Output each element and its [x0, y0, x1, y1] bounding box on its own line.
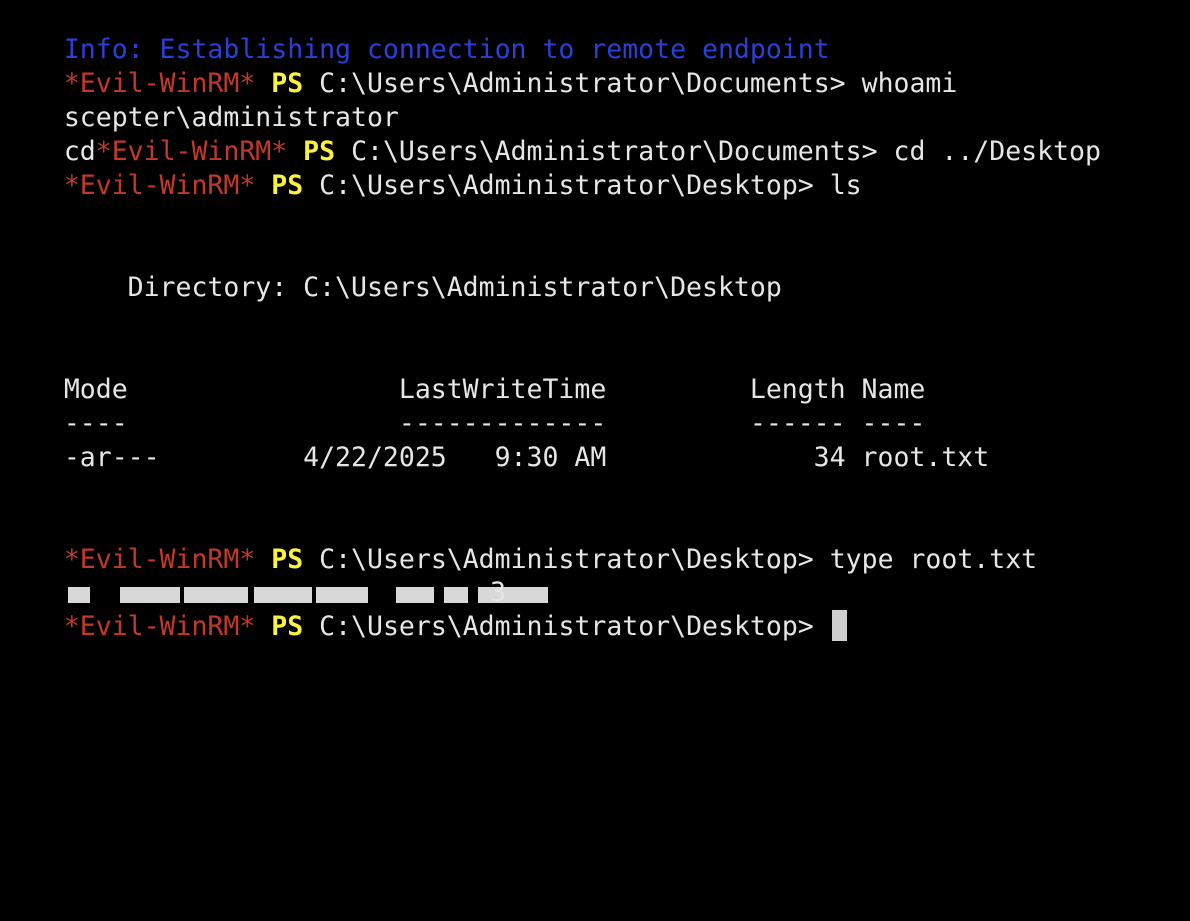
evil-winrm-label: *Evil-WinRM*	[63, 611, 256, 642]
prompt-path: C:\Users\Administrator\Desktop>	[319, 611, 814, 642]
directory-heading: Directory: C:\Users\Administrator\Deskto…	[63, 272, 782, 303]
redacted-output-line: 3	[0, 542, 584, 608]
file-entry-root-txt: -ar--- 4/22/2025 9:30 AM 34 root.txt	[63, 442, 990, 473]
listing-separator-row: ---- ------------- ------ ----	[0, 373, 926, 439]
info-line: Info: Establishing connection to remote …	[0, 0, 830, 65]
listing-header-row: Mode LastWriteTime Length Name	[0, 339, 926, 405]
command-text: ls	[829, 170, 862, 201]
directory-line: Directory: C:\Users\Administrator\Deskto…	[0, 237, 782, 303]
command-text: cd ../Desktop	[893, 136, 1101, 167]
ps-label: PS	[271, 611, 304, 642]
prompt-line-ls: *Evil-WinRM* PS C:\Users\Administrator\D…	[0, 135, 862, 201]
ps-label: PS	[271, 170, 304, 201]
terminal-window[interactable]: Info: Establishing connection to remote …	[0, 0, 1190, 642]
output-line-whoami: scepter\administrator	[0, 67, 399, 133]
command-text: type root.txt	[829, 544, 1038, 575]
cursor[interactable]	[831, 610, 847, 641]
evil-winrm-label: *Evil-WinRM*	[63, 170, 256, 201]
listing-file-row: -ar--- 4/22/2025 9:30 AM 34 root.txt	[0, 407, 989, 473]
prompt-line-whoami: *Evil-WinRM* PS C:\Users\Administrator\D…	[0, 33, 958, 99]
prompt-line-cd: cd*Evil-WinRM* PS C:\Users\Administrator…	[0, 101, 1101, 167]
prompt-line-type: *Evil-WinRM* PS C:\Users\Administrator\D…	[0, 509, 1037, 575]
command-text: whoami	[861, 68, 958, 99]
prompt-path: C:\Users\Administrator\Desktop>	[319, 170, 814, 201]
active-prompt-line[interactable]: *Evil-WinRM* PS C:\Users\Administrator\D…	[0, 576, 847, 642]
